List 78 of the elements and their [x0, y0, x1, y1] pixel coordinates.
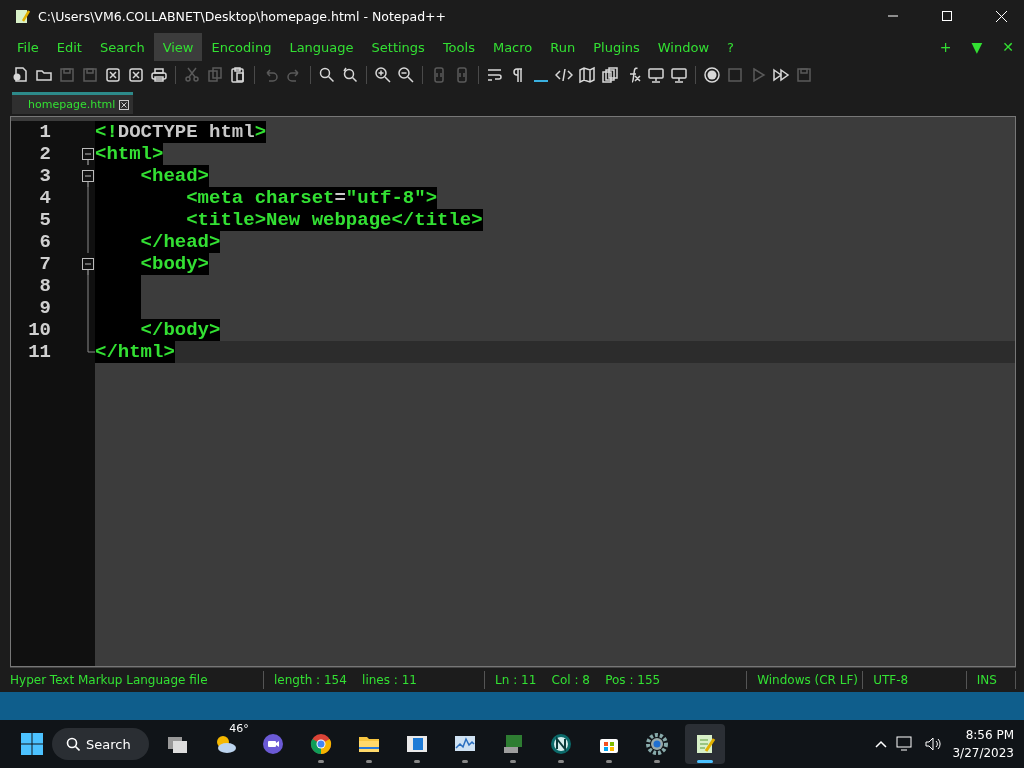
menu-extra-button[interactable]: +: [929, 39, 962, 55]
docs-icon[interactable]: [601, 66, 619, 84]
menu-item[interactable]: ?: [718, 33, 743, 61]
menu-item[interactable]: Tools: [433, 33, 484, 61]
status-text: Hyper Text Markup Language file: [10, 671, 264, 689]
file-tab[interactable]: homepage.html: [12, 92, 134, 114]
browser-icon: [308, 732, 333, 756]
clock-date[interactable]: 3/27/2023: [952, 744, 1014, 762]
status-text: length : 154 lines : 11: [264, 671, 486, 689]
new-icon[interactable]: [12, 66, 30, 84]
fold-end-line: [87, 341, 95, 353]
menu-item[interactable]: View: [153, 33, 203, 61]
menu-item[interactable]: Run: [541, 33, 585, 61]
menu-extra-button[interactable]: ▼: [961, 39, 993, 55]
search-button[interactable]: Search: [52, 728, 149, 760]
code-text: <html>: [95, 143, 164, 165]
line-number: 4: [11, 187, 81, 209]
line-number: 11: [11, 341, 81, 363]
line-number: 5: [11, 209, 81, 231]
code-text: <title>New webpage</title>: [95, 209, 483, 231]
search-icon: [66, 737, 80, 751]
code-text: <meta charset: [95, 187, 335, 209]
window-title: C:\Users\VM6.COLLABNET\Desktop\homepage.html - Notepad++: [38, 8, 448, 24]
menu-item[interactable]: Window: [648, 33, 719, 61]
fastforward-icon[interactable]: [772, 66, 790, 84]
menu-item[interactable]: Edit: [47, 33, 91, 61]
zoomout-icon[interactable]: [397, 66, 415, 84]
find-icon[interactable]: [318, 66, 336, 84]
menu-item[interactable]: Search: [90, 33, 154, 61]
map-icon[interactable]: [578, 66, 596, 84]
menu-item[interactable]: File: [8, 33, 48, 61]
code-icon[interactable]: [555, 66, 573, 84]
temperature: 46°: [229, 722, 249, 735]
zoomin-icon[interactable]: [374, 66, 392, 84]
line-number: 8: [11, 275, 81, 297]
line-number: 6: [11, 231, 81, 253]
notepad-icon: [14, 8, 30, 24]
clock-time[interactable]: 8:56 PM: [965, 726, 1014, 744]
line-number: 1: [11, 121, 81, 143]
code-text: "utf-8">: [345, 187, 438, 209]
menu-item[interactable]: Language: [280, 33, 363, 61]
gear-icon: [644, 732, 669, 756]
code-text: </html>: [95, 341, 175, 363]
wrap-icon[interactable]: [486, 66, 504, 84]
close-icon[interactable]: [127, 66, 145, 84]
status-text: UTF-8: [863, 671, 967, 689]
code-text: </head>: [95, 231, 221, 253]
code-text: </body>: [95, 319, 221, 341]
close-icon[interactable]: [119, 99, 130, 110]
menu-extra-button[interactable]: ✕: [992, 39, 1024, 55]
start-icon[interactable]: [20, 732, 44, 756]
menu-item[interactable]: Macro: [483, 33, 542, 61]
close-icon[interactable]: [104, 66, 122, 84]
monitor-icon[interactable]: [647, 66, 665, 84]
menu-item[interactable]: Encoding: [202, 33, 281, 61]
paste-icon[interactable]: [229, 66, 247, 84]
line-number: 7: [11, 253, 81, 275]
status-text: Ln : 11 Col : 8 Pos : 155: [485, 671, 748, 689]
taskbar-app-button[interactable]: [684, 724, 725, 764]
code-text: =: [334, 187, 346, 209]
code-text: DOCTYPE html: [117, 121, 255, 143]
line-number: 3: [11, 165, 81, 187]
globe-icon: [548, 732, 573, 756]
code-text: <!: [95, 121, 118, 143]
code-text: <head>: [95, 165, 210, 187]
code-text: <body>: [95, 253, 210, 275]
record-icon[interactable]: [703, 66, 721, 84]
status-text: Windows (CR LF): [747, 671, 864, 689]
line-number: 10: [11, 319, 81, 341]
line-number: 9: [11, 297, 81, 319]
menu-item[interactable]: Plugins: [584, 33, 649, 61]
replace-icon[interactable]: [341, 66, 359, 84]
print-icon[interactable]: [150, 66, 168, 84]
menu-item[interactable]: Settings: [362, 33, 434, 61]
chat-icon: [260, 732, 285, 756]
monitor-icon[interactable]: [670, 66, 688, 84]
line-number: 2: [11, 143, 81, 165]
status-text: INS: [966, 671, 1016, 689]
